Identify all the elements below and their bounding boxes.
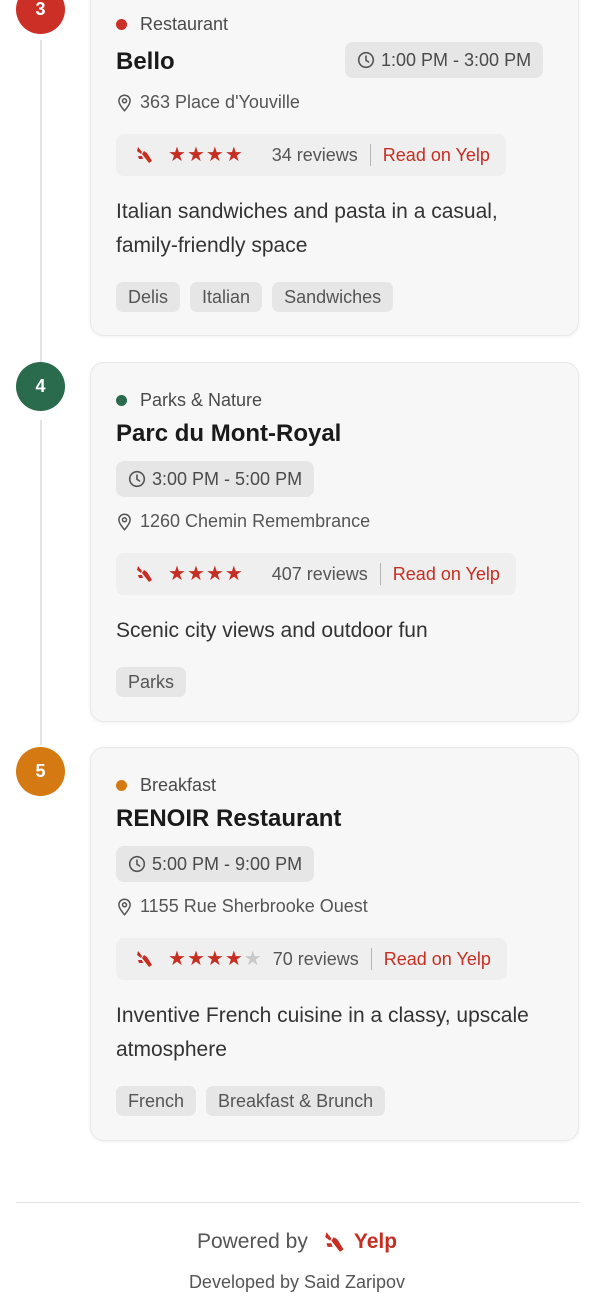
star-icon: ★ <box>168 144 186 166</box>
yelp-rating-bar: ★ ★ ★ ★ 407 reviews Read on Yelp <box>116 553 516 595</box>
star-icon: ★ <box>186 563 205 585</box>
star-icon: ★ <box>224 948 243 970</box>
yelp-brand-link[interactable]: Yelp <box>354 1230 397 1254</box>
star-icon: ★ <box>205 563 224 585</box>
clock-icon <box>128 855 146 873</box>
time-text: 5:00 PM - 9:00 PM <box>152 853 303 874</box>
yelp-burst-icon <box>325 1232 344 1252</box>
stop-number-badge: 5 <box>16 747 65 796</box>
powered-by-text: Powered by <box>196 1230 308 1253</box>
category-text: Parks & Nature <box>140 390 263 410</box>
tag: Italian <box>190 282 263 312</box>
review-count: 407 reviews <box>271 563 368 584</box>
star-icon: ★ <box>224 563 243 585</box>
timeline-line <box>40 420 42 745</box>
star-icon: ★ <box>186 144 205 166</box>
category-dot <box>116 19 127 30</box>
divider <box>370 948 372 970</box>
stop-card[interactable]: Breakfast RENOIR Restaurant 5:00 PM - 9:… <box>90 747 579 1141</box>
address-text: 1155 Rue Sherbrooke Ouest <box>140 896 368 916</box>
address-text: 363 Place d'Youville <box>140 92 300 112</box>
developer-credit: Developed by Said Zaripov <box>188 1272 406 1292</box>
time-badge: 5:00 PM - 9:00 PM <box>116 846 315 882</box>
tag-list: Parks <box>116 667 196 697</box>
divider <box>369 144 371 166</box>
star-icon: ★ <box>205 948 224 970</box>
time-text: 3:00 PM - 5:00 PM <box>152 468 303 489</box>
yelp-burst-icon <box>137 951 152 967</box>
yelp-rating-bar: ★ ★ ★ ★ 34 reviews Read on Yelp <box>116 134 506 176</box>
review-count: 34 reviews <box>271 144 358 165</box>
read-on-yelp-link[interactable]: Read on Yelp <box>384 949 491 970</box>
tag-list: French Breakfast & Brunch <box>116 1086 395 1116</box>
place-name[interactable]: Bello <box>116 48 175 76</box>
place-name[interactable]: RENOIR Restaurant <box>116 805 341 833</box>
tag: Sandwiches <box>272 282 394 312</box>
address: 363 Place d'Youville <box>116 92 300 113</box>
read-on-yelp-link[interactable]: Read on Yelp <box>393 564 500 585</box>
star-rating: ★ ★ ★ ★ ★ <box>168 949 263 969</box>
star-icon: ★ <box>168 948 186 970</box>
read-on-yelp-link[interactable]: Read on Yelp <box>383 145 490 166</box>
tag: Breakfast & Brunch <box>206 1086 386 1116</box>
clock-icon <box>357 51 375 69</box>
star-empty-icon: ★ <box>243 948 262 970</box>
place-name[interactable]: Parc du Mont-Royal <box>116 420 341 448</box>
category-label: Parks & Nature <box>116 390 262 411</box>
stop-card[interactable]: Parks & Nature Parc du Mont-Royal 3:00 P… <box>90 362 579 722</box>
map-pin-icon <box>118 512 131 531</box>
category-text: Restaurant <box>140 14 229 34</box>
powered-by: Powered by Yelp <box>0 1228 594 1256</box>
star-icon: ★ <box>224 144 243 166</box>
address: 1260 Chemin Remembrance <box>116 511 370 532</box>
star-icon: ★ <box>205 144 224 166</box>
tag-list: Delis Italian Sandwiches <box>116 282 403 312</box>
tag: Parks <box>116 667 187 697</box>
star-icon: ★ <box>186 948 205 970</box>
category-label: Breakfast <box>116 775 216 796</box>
star-icon: ★ <box>168 563 186 585</box>
address: 1155 Rue Sherbrooke Ouest <box>116 896 368 917</box>
map-pin-icon <box>118 93 131 112</box>
review-count: 70 reviews <box>272 948 359 969</box>
place-description: Inventive French cuisine in a classy, up… <box>116 1004 529 1061</box>
yelp-burst-icon <box>137 147 152 163</box>
star-rating: ★ ★ ★ ★ <box>168 564 244 584</box>
category-dot <box>116 395 127 406</box>
place-description: Italian sandwiches and pasta in a casual… <box>116 200 498 257</box>
yelp-burst-icon <box>137 566 152 582</box>
stop-card[interactable]: Restaurant Bello 1:00 PM - 3:00 PM 363 P… <box>90 0 579 336</box>
time-text: 1:00 PM - 3:00 PM <box>381 49 532 70</box>
stop-number-badge: 3 <box>16 0 65 34</box>
clock-icon <box>128 470 146 488</box>
tag: Delis <box>116 282 181 312</box>
category-label: Restaurant <box>116 14 228 35</box>
divider <box>379 563 381 585</box>
category-dot <box>116 780 127 791</box>
tag: French <box>116 1086 197 1116</box>
yelp-rating-bar: ★ ★ ★ ★ ★ 70 reviews Read on Yelp <box>116 938 507 980</box>
category-text: Breakfast <box>140 775 217 795</box>
timeline-line <box>40 40 42 362</box>
time-badge: 1:00 PM - 3:00 PM <box>345 42 544 78</box>
map-pin-icon <box>118 897 131 916</box>
address-text: 1260 Chemin Remembrance <box>140 511 371 531</box>
place-description: Scenic city views and outdoor fun <box>116 619 428 642</box>
time-badge: 3:00 PM - 5:00 PM <box>116 461 315 497</box>
footer-divider <box>16 1202 579 1203</box>
stop-number-badge: 4 <box>16 362 65 411</box>
star-rating: ★ ★ ★ ★ <box>168 145 244 165</box>
